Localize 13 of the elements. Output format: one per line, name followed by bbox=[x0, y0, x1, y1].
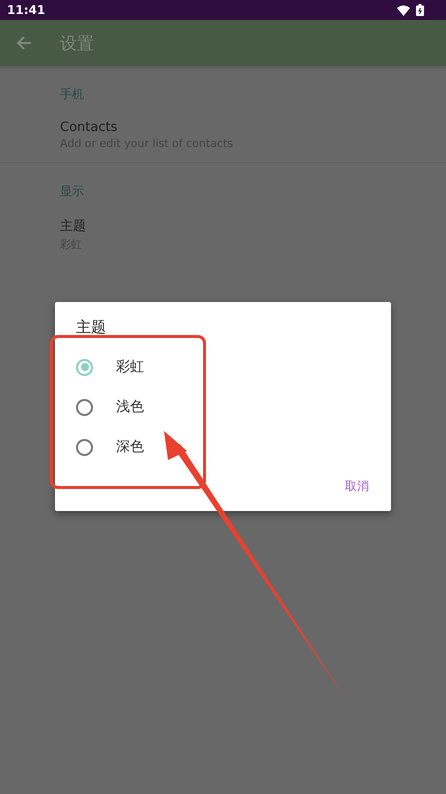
option-label[interactable]: 浅色 bbox=[116, 398, 144, 416]
status-time: 11:41 bbox=[7, 3, 46, 17]
cancel-button[interactable]: 取消 bbox=[339, 474, 375, 499]
section-header: 手机 bbox=[60, 86, 85, 103]
option-label[interactable]: 彩虹 bbox=[116, 358, 144, 376]
radio-button[interactable] bbox=[76, 398, 93, 416]
battery-icon bbox=[416, 4, 424, 16]
radio-button[interactable] bbox=[76, 438, 93, 456]
option-label[interactable]: 深色 bbox=[116, 438, 144, 456]
dialog-title: 主题 bbox=[75, 317, 107, 337]
radio-button[interactable] bbox=[76, 358, 93, 376]
section-header: 显示 bbox=[60, 183, 85, 200]
wifi-icon bbox=[397, 4, 410, 16]
